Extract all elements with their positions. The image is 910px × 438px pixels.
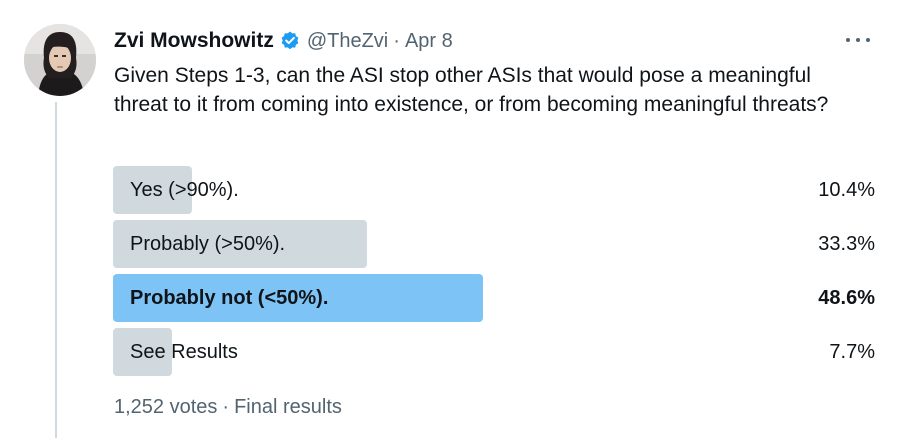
tweet-header: Zvi Mowshowitz @TheZvi · Apr 8: [114, 28, 453, 54]
more-dot: [866, 38, 870, 42]
avatar-image: [24, 24, 96, 96]
poll-option-percent: 48.6%: [818, 287, 875, 309]
tweet-text: Given Steps 1-3, can the ASI stop other …: [114, 64, 829, 116]
poll-option[interactable]: Probably (>50%). 33.3%: [113, 220, 875, 268]
more-dot: [856, 38, 860, 42]
poll-option-percent: 10.4%: [818, 179, 875, 201]
poll-option-label: Probably (>50%).: [130, 233, 286, 255]
poll-option[interactable]: See Results 7.7%: [113, 328, 875, 376]
more-dot: [846, 38, 850, 42]
author-handle[interactable]: @TheZvi: [307, 30, 388, 53]
poll-vote-count: 1,252 votes: [114, 396, 218, 418]
poll-footer-separator: ·: [222, 396, 230, 418]
poll-option-label: See Results: [130, 341, 238, 363]
poll-option[interactable]: Yes (>90%). 10.4%: [113, 166, 875, 214]
poll-option-percent: 7.7%: [829, 341, 875, 363]
thread-connector-line: [55, 102, 57, 438]
poll-status: Final results: [234, 396, 342, 418]
header-separator: ·: [393, 29, 400, 52]
verified-badge-icon[interactable]: [279, 30, 301, 52]
author-display-name[interactable]: Zvi Mowshowitz: [114, 29, 274, 53]
more-horizontal-icon[interactable]: [846, 30, 870, 50]
poll-option-percent: 33.3%: [818, 233, 875, 255]
poll-option-label: Yes (>90%).: [130, 179, 239, 201]
poll-option[interactable]: Probably not (<50%). 48.6%: [113, 274, 875, 322]
poll-footer: 1,252 votes · Final results: [114, 396, 342, 419]
tweet-date[interactable]: Apr 8: [405, 30, 453, 53]
avatar[interactable]: [24, 24, 96, 96]
poll-option-label: Probably not (<50%).: [130, 287, 329, 309]
